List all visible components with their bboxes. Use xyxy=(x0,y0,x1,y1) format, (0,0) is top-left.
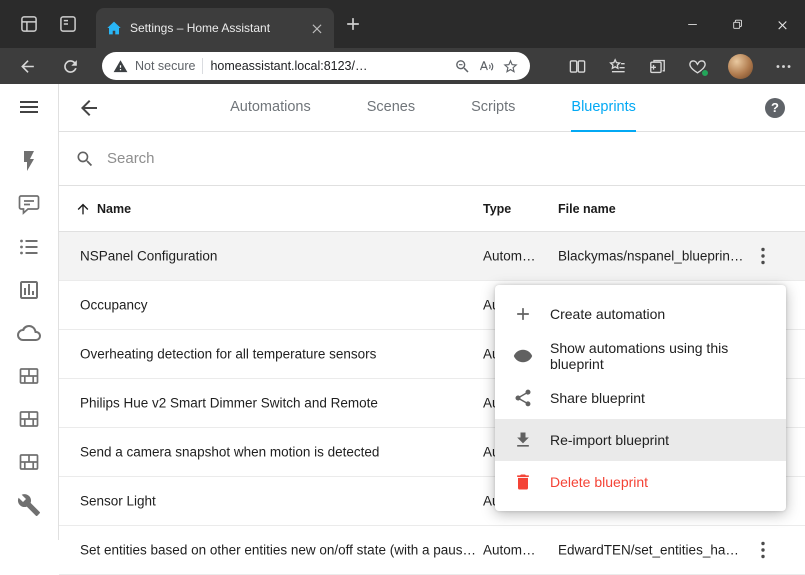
profile-avatar[interactable] xyxy=(728,54,753,79)
read-aloud-icon[interactable] xyxy=(478,58,495,75)
security-label[interactable]: Not secure xyxy=(135,59,195,73)
menu-item-label: Delete blueprint xyxy=(550,474,648,490)
toolbar-right xyxy=(568,54,793,79)
menu-button[interactable] xyxy=(17,95,41,119)
tab-blueprints[interactable]: Blueprints xyxy=(571,84,635,132)
search-input[interactable] xyxy=(107,150,527,167)
row-name: Occupancy xyxy=(80,298,148,313)
sort-ascending-icon xyxy=(75,201,91,217)
menu-item-show-automations[interactable]: Show automations using this blueprint xyxy=(495,335,786,377)
column-header-type[interactable]: Type xyxy=(483,202,511,216)
row-file: Blackymas/nspanel_blueprin… xyxy=(558,249,743,264)
close-window-button[interactable] xyxy=(760,0,805,48)
share-icon xyxy=(513,388,533,408)
blueprint-context-menu: Create automation Show automations using… xyxy=(495,285,786,511)
browser-tab[interactable]: Settings – Home Assistant xyxy=(96,8,334,48)
table-header: Name Type File name xyxy=(59,186,805,232)
row-name: Send a camera snapshot when motion is de… xyxy=(80,445,379,460)
row-name: NSPanel Configuration xyxy=(80,249,217,264)
column-header-name[interactable]: Name xyxy=(75,201,131,217)
new-tab-button[interactable] xyxy=(343,14,363,34)
minimize-button[interactable] xyxy=(670,0,715,48)
url-text[interactable]: homeassistant.local:8123/… xyxy=(210,59,447,73)
table-row[interactable]: Set entities based on other entities new… xyxy=(59,526,805,575)
ha-sidebar xyxy=(0,84,59,540)
column-label: Name xyxy=(97,202,131,216)
ha-header: Automations Scenes Scripts Blueprints ? xyxy=(59,84,805,132)
browser-back-button[interactable] xyxy=(18,57,37,76)
row-name: Sensor Light xyxy=(80,494,156,509)
plus-icon xyxy=(513,304,533,324)
menu-item-share-blueprint[interactable]: Share blueprint xyxy=(495,377,786,419)
menu-item-label: Show automations using this blueprint xyxy=(550,340,768,372)
brick-icon[interactable] xyxy=(17,450,41,474)
column-header-file[interactable]: File name xyxy=(558,202,616,216)
ha-tab-bar: Automations Scenes Scripts Blueprints xyxy=(101,84,765,132)
row-type: Autom… xyxy=(483,543,536,558)
favorite-star-icon[interactable] xyxy=(502,58,519,75)
cloud-icon[interactable] xyxy=(17,321,41,345)
favorites-icon[interactable] xyxy=(608,57,627,76)
browser-menu-icon[interactable] xyxy=(774,57,793,76)
chart-icon[interactable] xyxy=(17,278,41,302)
browser-titlebar: Settings – Home Assistant xyxy=(0,0,805,48)
brick-icon[interactable] xyxy=(17,407,41,431)
split-screen-icon[interactable] xyxy=(568,57,587,76)
tab-actions-icon[interactable] xyxy=(58,14,78,34)
refresh-button[interactable] xyxy=(61,57,80,76)
address-bar[interactable]: Not secure homeassistant.local:8123/… xyxy=(102,52,530,80)
row-name: Philips Hue v2 Smart Dimmer Switch and R… xyxy=(80,396,378,411)
table-row[interactable]: NSPanel Configuration Autom… Blackymas/n… xyxy=(59,232,805,281)
row-file: EdwardTEN/set_entities_ha… xyxy=(558,543,739,558)
window-controls xyxy=(670,0,805,48)
browser-essentials-icon[interactable] xyxy=(688,57,707,76)
home-assistant-logo-icon xyxy=(106,20,122,36)
brick-icon[interactable] xyxy=(17,364,41,388)
menu-item-reimport-blueprint[interactable]: Re-import blueprint xyxy=(495,419,786,461)
maximize-button[interactable] xyxy=(715,0,760,48)
menu-item-delete-blueprint[interactable]: Delete blueprint xyxy=(495,461,786,503)
menu-item-label: Re-import blueprint xyxy=(550,432,669,448)
wrench-icon[interactable] xyxy=(17,493,41,517)
menu-item-label: Share blueprint xyxy=(550,390,645,406)
download-icon xyxy=(513,430,533,450)
row-name: Set entities based on other entities new… xyxy=(80,543,478,558)
tab-title: Settings – Home Assistant xyxy=(130,21,302,35)
menu-item-create-automation[interactable]: Create automation xyxy=(495,293,786,335)
row-type: Autom… xyxy=(483,249,536,264)
help-button[interactable]: ? xyxy=(765,98,785,118)
browser-toolbar: Not secure homeassistant.local:8123/… xyxy=(0,48,805,84)
eye-icon xyxy=(513,346,533,366)
lightning-icon[interactable] xyxy=(17,149,41,173)
divider xyxy=(202,58,203,74)
tab-scripts[interactable]: Scripts xyxy=(471,84,515,132)
workspaces-icon[interactable] xyxy=(19,14,39,34)
row-overflow-icon[interactable] xyxy=(751,244,775,268)
delete-icon xyxy=(513,472,533,492)
ha-back-button[interactable] xyxy=(77,96,101,120)
row-overflow-icon[interactable] xyxy=(751,538,775,562)
menu-item-label: Create automation xyxy=(550,306,665,322)
list-icon[interactable] xyxy=(17,235,41,259)
collections-icon[interactable] xyxy=(648,57,667,76)
search-icon xyxy=(75,149,95,169)
tab-automations[interactable]: Automations xyxy=(230,84,311,132)
zoom-out-icon[interactable] xyxy=(454,58,471,75)
tab-close-icon[interactable] xyxy=(310,21,324,35)
chat-icon[interactable] xyxy=(17,192,41,216)
search-row xyxy=(59,132,805,186)
status-dot xyxy=(701,69,709,77)
row-name: Overheating detection for all temperatur… xyxy=(80,347,376,362)
tab-scenes[interactable]: Scenes xyxy=(367,84,415,132)
warning-icon xyxy=(113,59,128,74)
